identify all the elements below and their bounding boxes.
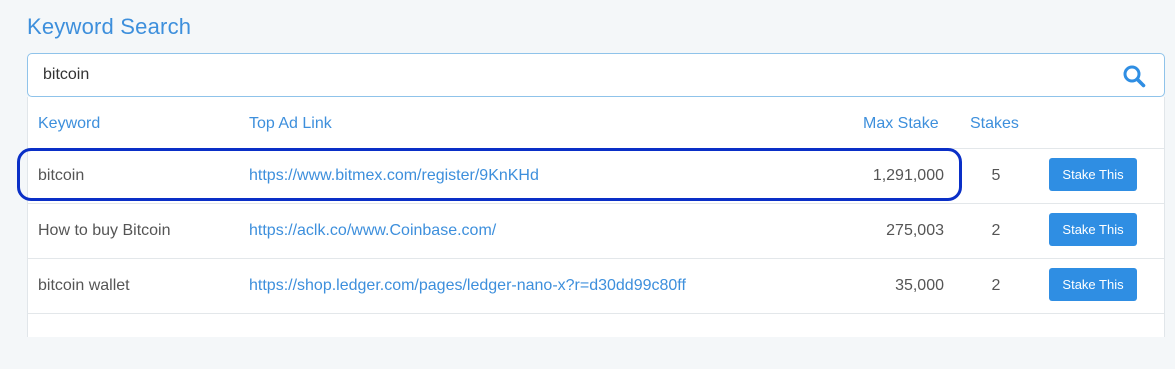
keyword-cell: bitcoin [38,167,85,184]
max-stake-cell: 275,003 [886,222,944,239]
keyword-cell: bitcoin wallet [38,277,130,294]
search-icon[interactable] [1122,64,1146,88]
stakes-count-cell: 2 [991,277,1001,294]
results-table: Keyword Top Ad Link Max Stake Stakes bit… [27,97,1165,337]
table-row: bitcoin https://www.bitmex.com/register/… [28,148,1164,204]
stake-this-button[interactable]: Stake This [1049,213,1137,246]
column-header-top-ad-link: Top Ad Link [249,115,332,132]
page-title: Keyword Search [27,14,192,39]
stakes-count-cell: 2 [991,222,1001,239]
max-stake-cell: 35,000 [895,277,944,294]
stake-this-button[interactable]: Stake This [1049,268,1137,301]
column-header-keyword: Keyword [38,115,101,132]
max-stake-cell: 1,291,000 [872,167,944,184]
top-ad-link[interactable]: https://shop.ledger.com/pages/ledger-nan… [249,277,686,295]
search-input[interactable] [43,54,1093,96]
column-header-max-stake: Max Stake [863,115,939,132]
stake-this-button[interactable]: Stake This [1049,158,1137,191]
table-row: How to buy Bitcoin https://aclk.co/www.C… [28,203,1164,259]
search-box[interactable] [27,53,1165,97]
table-row: bitcoin wallet https://shop.ledger.com/p… [28,258,1164,314]
column-header-stakes: Stakes [970,115,1019,132]
top-ad-link[interactable]: https://www.bitmex.com/register/9KnKHd [249,167,539,185]
keyword-cell: How to buy Bitcoin [38,222,171,239]
top-ad-link[interactable]: https://aclk.co/www.Coinbase.com/ [249,222,496,240]
stakes-count-cell: 5 [991,167,1001,184]
table-row [28,313,1164,369]
